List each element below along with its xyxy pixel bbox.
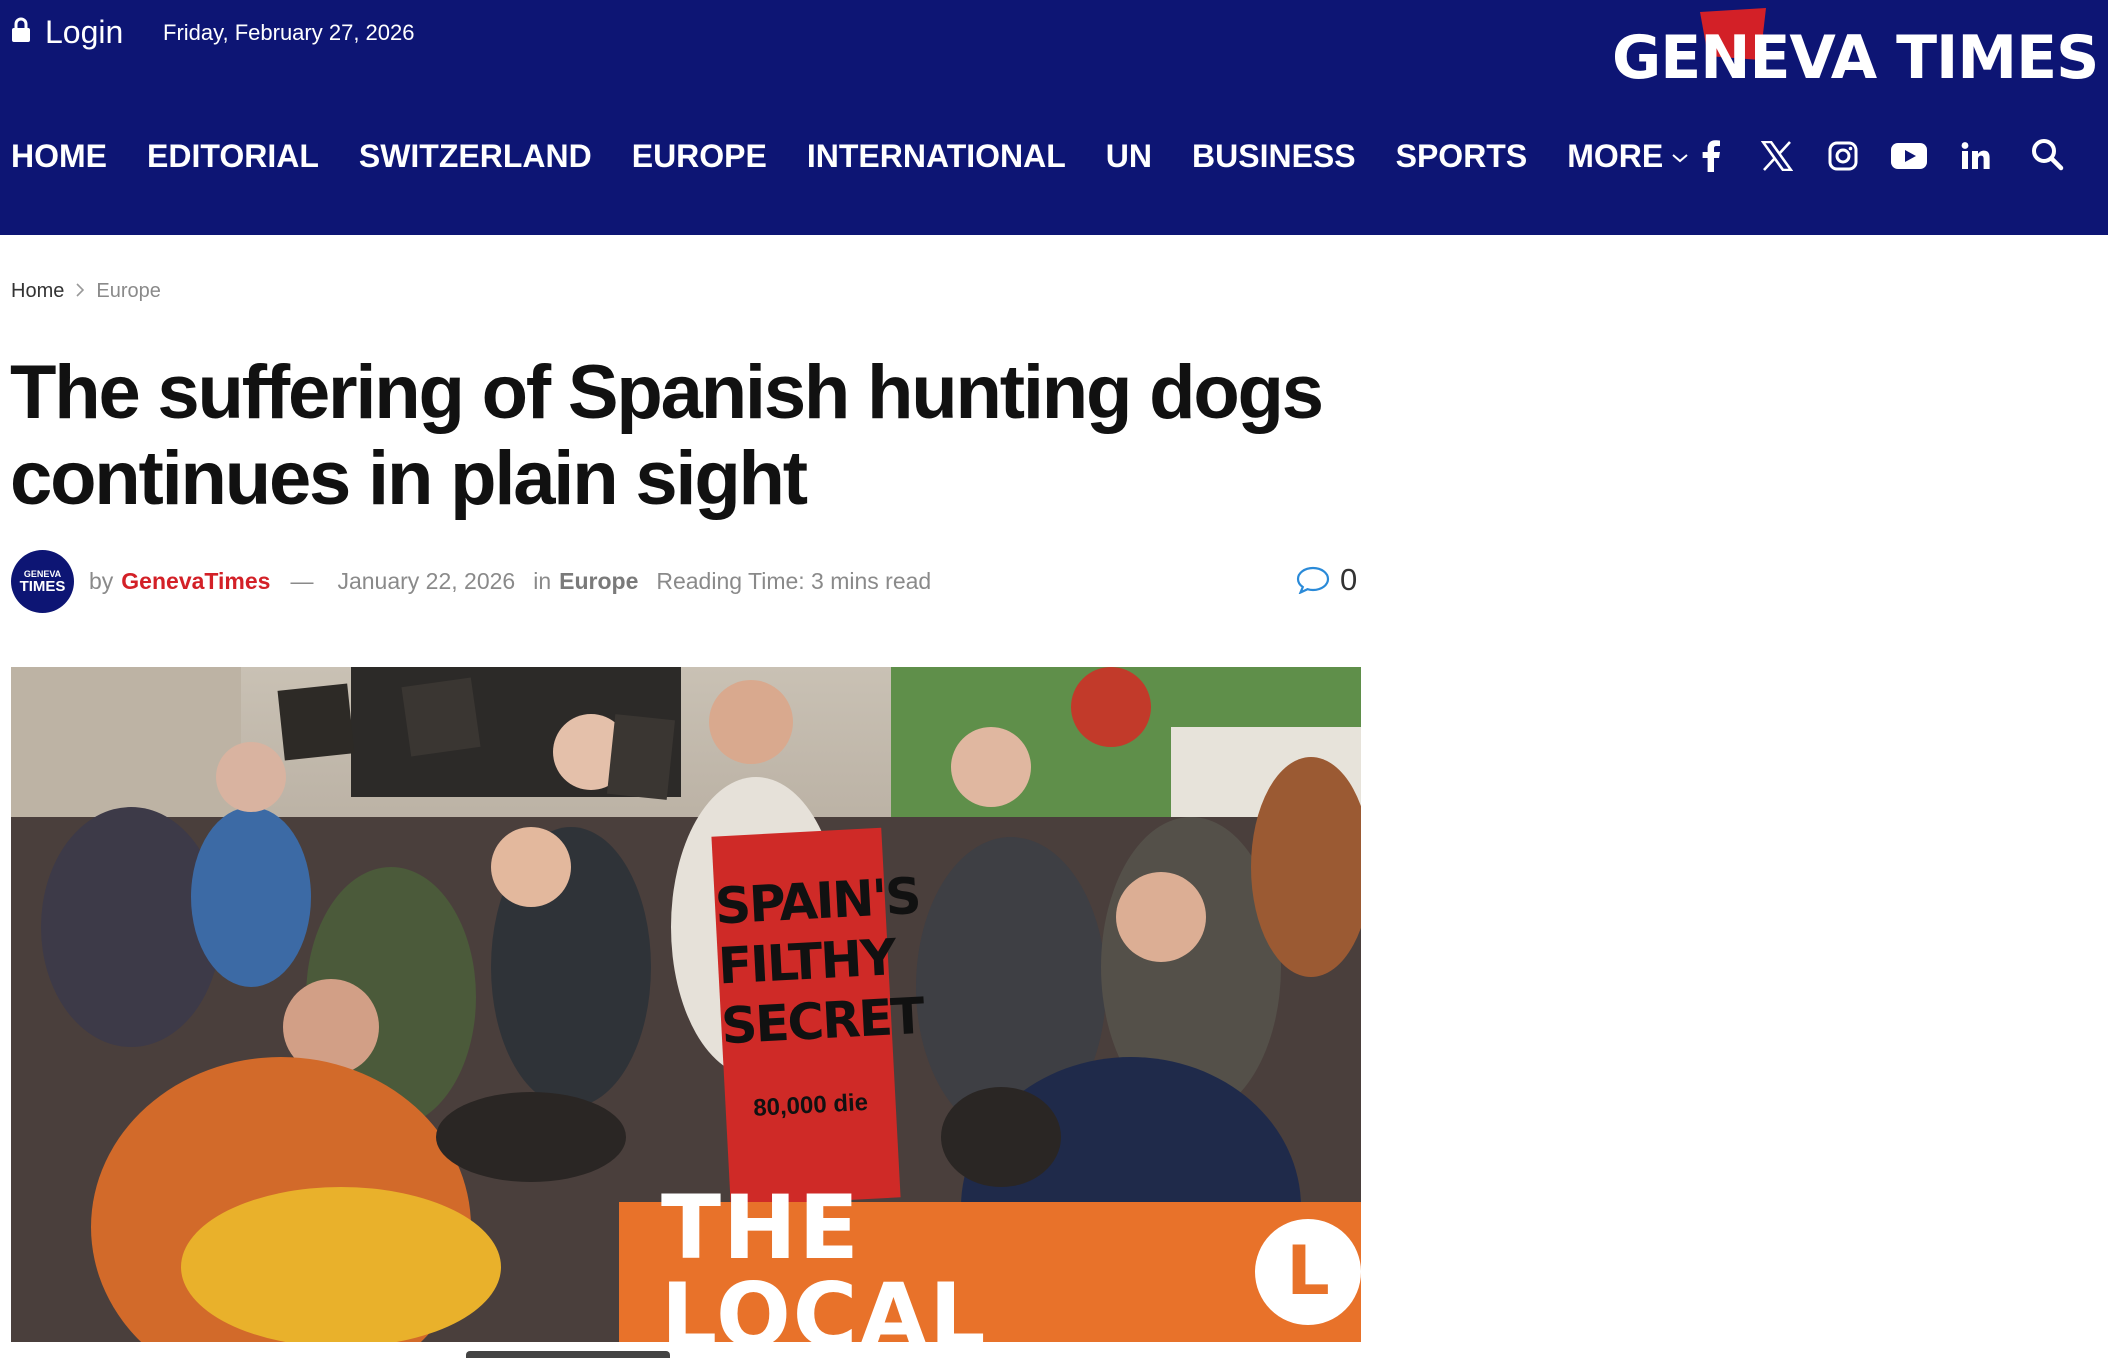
social-links — [1693, 130, 2023, 182]
by-label: by — [89, 568, 114, 594]
meta-row: by GenevaTimes — January 22, 2026 in Eur… — [89, 568, 931, 595]
linkedin-icon[interactable] — [1957, 138, 1993, 174]
protest-banner: SPAIN'S FILTHY SECRET 80,000 die — [711, 827, 925, 1207]
x-icon[interactable] — [1759, 138, 1795, 174]
nav-item-sports[interactable]: SPORTS — [1396, 132, 1528, 180]
the-local-watermark: THE LOCAL L — [619, 1184, 1361, 1342]
current-date: Friday, February 27, 2026 — [163, 20, 415, 45]
author-avatar[interactable]: GENEVA TIMES — [11, 550, 74, 613]
breadcrumb-current[interactable]: Europe — [96, 280, 161, 303]
author-link[interactable]: GenevaTimes — [121, 568, 270, 595]
nav-item-switzerland[interactable]: SWITZERLAND — [359, 132, 592, 180]
login-link[interactable]: Login — [11, 14, 123, 51]
chevron-down-icon — [1672, 153, 1688, 162]
nav-item-international[interactable]: INTERNATIONAL — [807, 132, 1066, 180]
meta-separator: — — [290, 568, 314, 594]
nav-item-un[interactable]: UN — [1106, 132, 1152, 180]
login-label: Login — [45, 14, 124, 50]
watermark-text: THE LOCAL — [661, 1176, 988, 1343]
article-title: The suffering of Spanish hunting dogs co… — [10, 350, 1324, 521]
instagram-icon[interactable] — [1825, 138, 1861, 174]
youtube-icon[interactable] — [1891, 138, 1927, 174]
site-header: Login Friday, February 27, 2026 GENEVA T… — [0, 0, 2108, 235]
article-meta: GENEVA TIMES by GenevaTimes — January 22… — [11, 550, 1361, 614]
comment-count: 0 — [1340, 562, 1358, 597]
search-icon[interactable] — [2030, 137, 2068, 175]
watermark-logo-letter: L — [1286, 1232, 1330, 1311]
nav-item-home[interactable]: HOME — [11, 132, 107, 180]
category-link[interactable]: Europe — [559, 568, 638, 595]
banner-text: SPAIN'S FILTHY SECRET — [713, 866, 925, 1056]
lock-icon — [11, 14, 31, 51]
comment-bubble-icon — [1296, 566, 1330, 594]
facebook-icon[interactable] — [1693, 138, 1729, 174]
nav-item-more[interactable]: MORE — [1567, 132, 1689, 180]
in-label: in — [533, 568, 552, 594]
the-local-logo-icon: L — [1255, 1219, 1361, 1325]
scroll-indicator[interactable] — [466, 1351, 670, 1358]
comments-link[interactable]: 0 — [1296, 562, 1357, 598]
breadcrumb-home[interactable]: Home — [11, 280, 64, 303]
nav-item-business[interactable]: BUSINESS — [1192, 132, 1356, 180]
nav-item-europe[interactable]: EUROPE — [632, 132, 767, 180]
hero-image[interactable]: SPAIN'S FILTHY SECRET 80,000 die THE LOC… — [11, 667, 1361, 1342]
chevron-right-icon — [76, 281, 85, 302]
nav-more-label: MORE — [1567, 138, 1664, 174]
avatar-line-2: TIMES — [19, 577, 66, 595]
banner-subtext: 80,000 die — [752, 1088, 869, 1122]
main-nav: HOME EDITORIAL SWITZERLAND EUROPE INTERN… — [11, 132, 1689, 180]
site-brand-name: GENEVA TIMES — [1612, 23, 2099, 93]
reading-time: Reading Time: 3 mins read — [656, 568, 932, 594]
breadcrumb: Home Europe — [11, 280, 161, 303]
publish-date: January 22, 2026 — [337, 568, 516, 594]
site-logo[interactable]: GENEVA TIMES — [1608, 8, 2099, 98]
nav-item-editorial[interactable]: EDITORIAL — [147, 132, 319, 180]
